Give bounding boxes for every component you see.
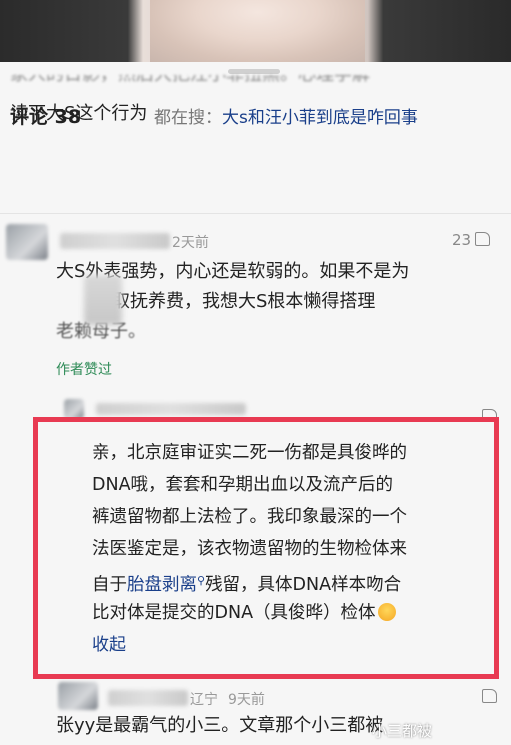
comment-2-body: 大S外表强势，内心还是软弱的。如果不是为 争取抚养费，我想大S根本懒得搭理 老赖… <box>56 257 496 347</box>
avatar[interactable] <box>58 682 98 710</box>
comment-2-line-3: 老赖母子。 <box>56 321 146 342</box>
thumbs-up-icon[interactable] <box>475 232 491 246</box>
comment-1-faded-line: 家人的日影，然后大把汪小菲扭黑。心理学解 <box>10 75 490 91</box>
reply-line-5-pre: 自于 <box>92 575 127 595</box>
comment-3-like[interactable] <box>482 688 497 706</box>
author-liked-badge: 作者赞过 <box>56 362 112 378</box>
comment-divider <box>0 213 511 214</box>
search-icon[interactable]: ⚲ <box>197 574 205 587</box>
thumbs-up-icon[interactable] <box>482 689 497 703</box>
reply-line-5: 自于胎盘剥离⚲残留，具体DNA样本吻合 <box>92 565 494 597</box>
comment-1-body: 家人的日影，然后大把汪小菲扭黑。心理学解 读下大S这个行为 <box>10 75 490 129</box>
person-photo <box>150 0 365 62</box>
reply-line-2: DNA哦，套套和孕期出血以及流产后的 <box>92 475 394 495</box>
blurred-username <box>108 690 188 706</box>
reply-collapse-row: 收起 <box>92 629 494 661</box>
reply-body: 亲，北京庭审证实二死一伤都是具俊晔的 DNA哦，套套和孕期出血以及流产后的 裤遗… <box>92 437 494 661</box>
comment-2-like[interactable]: 23 <box>452 231 491 249</box>
watermark-text: 小三都被 <box>372 722 433 740</box>
blurred-region <box>84 275 122 325</box>
comment-2-line-2: 争取抚养费，我想大S根本懒得搭理 <box>94 291 376 312</box>
collapse-button[interactable]: 收起 <box>92 635 126 655</box>
like-count: 23 <box>452 231 472 249</box>
search-link-placental[interactable]: 胎盘剥离 <box>127 575 197 595</box>
comment-3-location: 辽宁 <box>190 692 218 708</box>
comment-3-body: 张yy是最霸气的小三。文章那个小三都被 <box>56 715 384 736</box>
blurred-reply-username <box>96 403 246 415</box>
drag-handle[interactable] <box>228 69 280 74</box>
reply-line-3: 裤遗留物都上法检了。我印象最深的一个 <box>92 507 407 527</box>
video-thumbnail <box>0 0 511 62</box>
reply-line-5-post: 残留，具体DNA样本吻合 <box>205 575 402 595</box>
reply-line-6-text: 比对体是提交的DNA（具俊晔）检体 <box>92 603 376 623</box>
comment-2-time: 2天前 <box>172 235 209 251</box>
comment-1-last-line: 读下大S这个行为 <box>10 103 148 124</box>
reply-line-4: 法医鉴定是，该衣物遗留物的生物检体来 <box>92 539 407 559</box>
reply-line-6: 比对体是提交的DNA（具俊晔）检体 <box>92 597 494 629</box>
reply-line-1: 亲，北京庭审证实二死一伤都是具俊晔的 <box>92 443 407 463</box>
comment-2-line-1: 大S外表强势，内心还是软弱的。如果不是为 <box>56 261 410 282</box>
blurred-username <box>60 233 170 249</box>
reply-avatar[interactable] <box>64 399 84 419</box>
avatar[interactable] <box>6 224 48 260</box>
comment-3-time: 9天前 <box>228 692 265 708</box>
grin-emoji-icon <box>377 603 396 621</box>
